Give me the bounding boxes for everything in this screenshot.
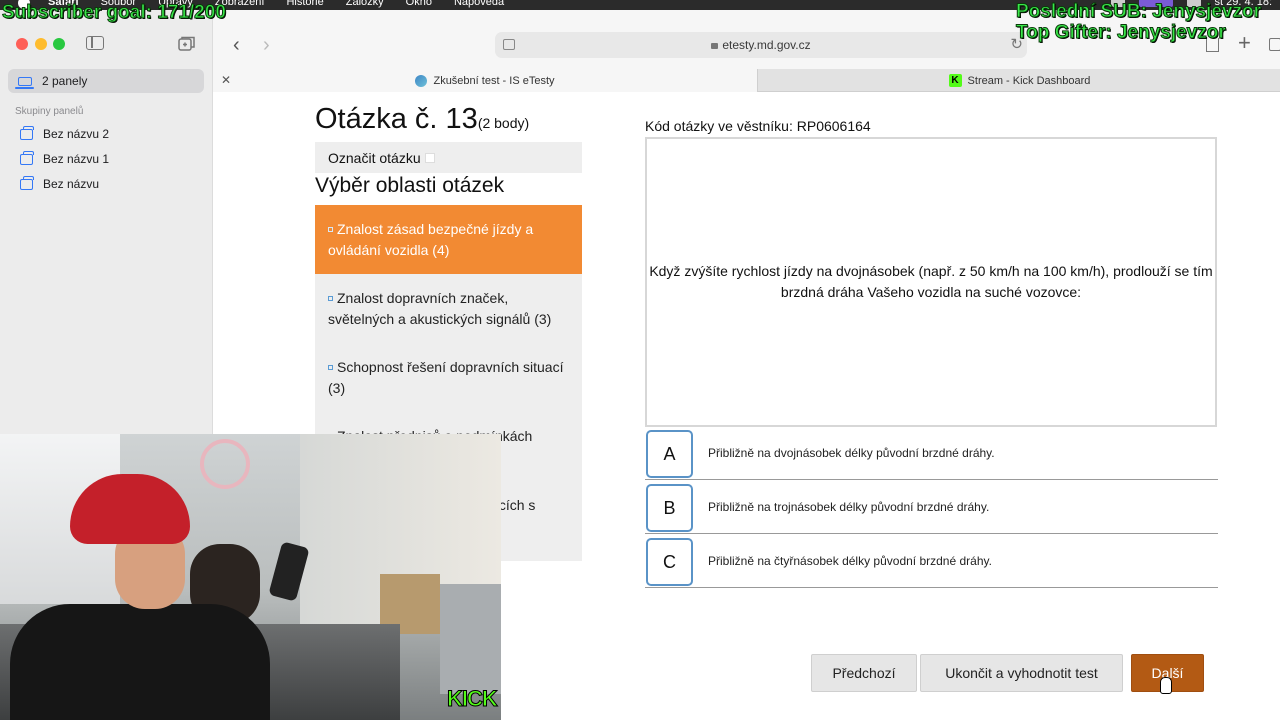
kick-logo: KICK (447, 686, 499, 712)
tab-overview-icon[interactable] (1269, 38, 1280, 51)
menu-historie[interactable]: Historie (286, 0, 323, 8)
mark-question-checkbox[interactable] (424, 152, 435, 163)
etesty-icon (415, 74, 428, 87)
new-tab-plus-icon[interactable]: + (1238, 30, 1251, 56)
tab-kick-dashboard[interactable]: K Stream - Kick Dashboard (759, 69, 1280, 92)
mark-question-label: Označit otázku (328, 149, 421, 166)
tab-group-icon (20, 175, 34, 190)
webcam-person-body (10, 604, 270, 720)
answer-letter-button[interactable]: C (646, 538, 693, 586)
bullet-icon (328, 365, 333, 370)
minimize-window-button[interactable] (35, 38, 47, 50)
bullet-icon (328, 296, 333, 301)
tab-group-icon (20, 150, 34, 165)
laptop-icon (15, 76, 34, 89)
fullscreen-window-button[interactable] (53, 38, 65, 50)
tab-title: Stream - Kick Dashboard (967, 74, 1091, 87)
mark-question-toggle[interactable]: Označit otázku (315, 142, 582, 173)
tab-title: Zkušební test - IS eTesty (433, 74, 555, 87)
question-title: Otázka č. 13(2 body) (315, 103, 529, 136)
answer-text[interactable]: Přibližně na dvojnásobek délky původní b… (708, 446, 995, 460)
sidebar-item-label: Bez názvu 2 (43, 127, 110, 141)
question-box: Když zvýšíte rychlost jízdy na dvojnásob… (645, 137, 1217, 427)
answer-text[interactable]: Přibližně na čtyřnásobek délky původní b… (708, 554, 992, 568)
address-bar[interactable]: etesty.md.gov.cz ↻ (495, 32, 1027, 58)
tab-group-current[interactable]: 2 panely (8, 69, 204, 93)
answer-option-a[interactable]: A Přibližně na dvojnásobek délky původní… (645, 430, 1218, 480)
webcam-overlay: KICK (0, 434, 501, 720)
answer-letter-button[interactable]: B (646, 484, 693, 532)
last-sub-overlay: Poslední SUB: Jenysjevzor (1016, 1, 1262, 23)
sidebar-item-label: Bez názvu 1 (43, 152, 110, 166)
area-selection-heading: Výběr oblasti otázek (315, 174, 505, 197)
answer-letter-button[interactable]: A (646, 430, 693, 478)
tab-groups-heading: Skupiny panelů (15, 106, 84, 117)
sidebar-item-label: Bez názvu (43, 177, 100, 191)
question-number: Otázka č. 13 (315, 103, 478, 135)
area-label: Schopnost řešení dopravních situací (3) (328, 359, 564, 396)
lock-icon (711, 43, 719, 49)
close-tab-icon[interactable]: ✕ (221, 73, 231, 87)
subscriber-goal-overlay: Subscriber goal: 171/200 (2, 2, 227, 24)
sidebar-item-group-3[interactable]: Bez názvu (20, 175, 100, 191)
webcam-heart-decoration (200, 439, 250, 489)
answer-option-b[interactable]: B Přibližně na trojnásobek délky původní… (645, 484, 1218, 534)
tab-bar: ✕ Zkušební test - IS eTesty K Stream - K… (213, 69, 1280, 92)
previous-button[interactable]: Předchozí (811, 654, 917, 692)
sidebar-item-group-2[interactable]: Bez názvu 1 (20, 150, 110, 166)
url-text: etesty.md.gov.cz (722, 38, 811, 52)
tab-group-icon (20, 125, 34, 140)
question-points: (2 body) (477, 115, 530, 131)
tab-group-label: 2 panely (42, 74, 88, 88)
sidebar-item-group-1[interactable]: Bez názvu 2 (20, 125, 110, 141)
area-item[interactable]: Znalost dopravních značek, světelných a … (315, 274, 582, 343)
hand-cursor-icon (1160, 677, 1172, 694)
menu-okno[interactable]: Okno (406, 0, 432, 8)
new-tab-group-icon[interactable] (178, 36, 195, 51)
back-arrow-icon[interactable]: ‹ (233, 34, 240, 57)
kick-icon: K (948, 74, 962, 87)
forward-arrow-icon[interactable]: › (263, 34, 270, 57)
url-display[interactable]: etesty.md.gov.cz (495, 38, 1027, 52)
menu-napoveda[interactable]: Nápověda (454, 0, 504, 8)
question-code: Kód otázky ve věstníku: RP0606164 (645, 118, 871, 134)
finish-test-button[interactable]: Ukončit a vyhodnotit test (920, 654, 1123, 692)
answer-option-c[interactable]: C Přibližně na čtyřnásobek délky původní… (645, 538, 1218, 588)
tab-etesty[interactable]: ✕ Zkušební test - IS eTesty (213, 69, 758, 92)
question-text: Když zvýšíte rychlost jízdy na dvojnásob… (649, 263, 1213, 300)
area-label: Znalost dopravních značek, světelných a … (328, 290, 552, 327)
bullet-icon (328, 227, 333, 232)
screen: Safari Soubor Úpravy Zobrazení Historie … (0, 0, 1280, 720)
area-item[interactable]: Znalost zásad bezpečné jízdy a ovládání … (315, 205, 582, 274)
close-window-button[interactable] (16, 38, 28, 50)
menu-zalozky[interactable]: Záložky (346, 0, 384, 8)
area-label: Znalost zásad bezpečné jízdy a ovládání … (328, 221, 534, 258)
top-gifter-overlay: Top Gifter: Jenysjevzor (1016, 22, 1227, 44)
webcam-laptop (440, 584, 501, 694)
area-item[interactable]: Schopnost řešení dopravních situací (3) (315, 343, 582, 412)
answer-text[interactable]: Přibližně na trojnásobek délky původní b… (708, 500, 989, 514)
sidebar-toggle-icon[interactable] (86, 36, 104, 50)
